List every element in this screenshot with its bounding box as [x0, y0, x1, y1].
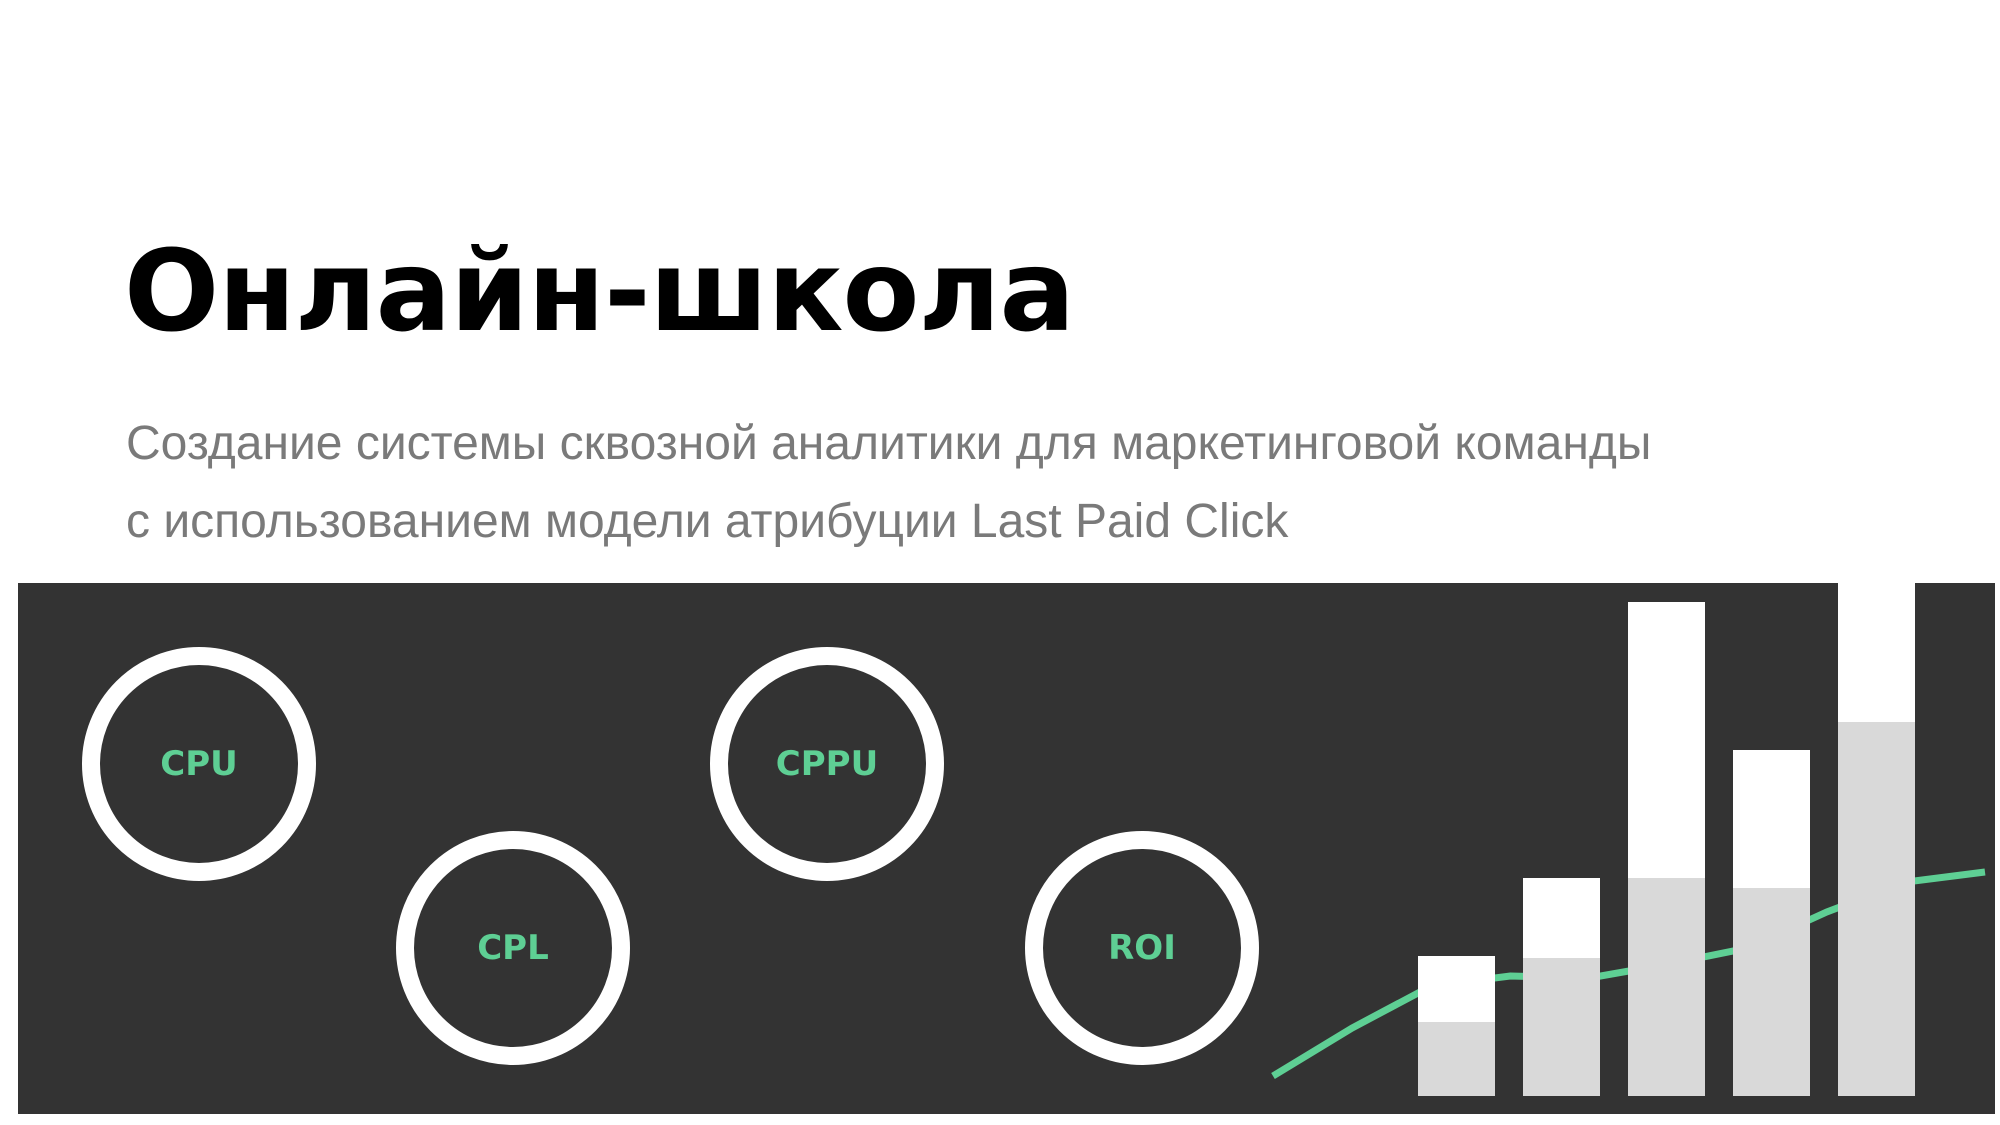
- bar-segment-upper: [1628, 602, 1705, 878]
- metrics-banner: CPU CPL CPPU ROI: [18, 583, 1995, 1114]
- bar-segment-upper: [1523, 878, 1600, 958]
- bar-segment-upper: [1838, 583, 1915, 722]
- slide-subtitle: Создание системы сквозной аналитики для …: [126, 405, 1651, 561]
- slide-title: Онлайн-школа: [124, 227, 1075, 357]
- bar-segment-lower: [1838, 722, 1915, 1096]
- bar-segment-lower: [1523, 958, 1600, 1096]
- bar-segment-lower: [1418, 1022, 1495, 1096]
- subtitle-line-2: с использованием модели атрибуции Last P…: [126, 495, 1289, 548]
- bar-segment-lower: [1733, 888, 1810, 1096]
- bar-segment-lower: [1628, 878, 1705, 1096]
- subtitle-line-1: Создание системы сквозной аналитики для …: [126, 417, 1652, 470]
- growth-chart: [1271, 583, 1986, 1096]
- bar-segment-upper: [1418, 956, 1495, 1022]
- bar-segment-upper: [1733, 750, 1810, 888]
